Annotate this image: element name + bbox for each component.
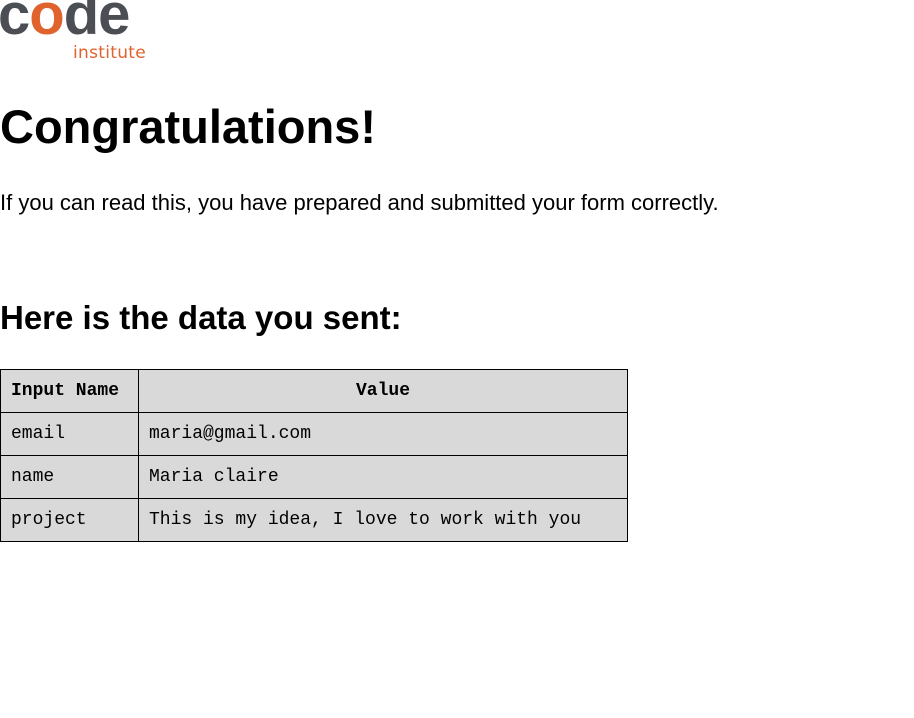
column-header-input-name: Input Name — [0, 369, 139, 413]
cell-input-name: project — [0, 498, 139, 542]
table-row: email maria@gmail.com — [0, 412, 628, 456]
code-institute-logo: code institute — [0, 0, 152, 66]
submitted-data-table: Input Name Value email maria@gmail.com n… — [0, 369, 628, 542]
logo-letters-de: de — [63, 0, 131, 47]
cell-input-name: email — [0, 412, 139, 456]
cell-input-name: name — [0, 455, 139, 499]
logo-letter-o: o — [29, 0, 64, 47]
table-row: project This is my idea, I love to work … — [0, 498, 628, 542]
page-title: Congratulations! — [0, 100, 376, 153]
page: code institute Congratulations! If you c… — [0, 0, 914, 718]
cell-value: Maria claire — [138, 455, 628, 499]
logo-wordmark: code — [0, 0, 131, 47]
table-row: name Maria claire — [0, 455, 628, 499]
cell-value: This is my idea, I love to work with you — [138, 498, 628, 542]
logo-subtitle: institute — [73, 43, 147, 63]
data-section-heading: Here is the data you sent: — [0, 299, 402, 336]
table-header-row: Input Name Value — [0, 369, 628, 413]
intro-text: If you can read this, you have prepared … — [0, 190, 719, 215]
cell-value: maria@gmail.com — [138, 412, 628, 456]
logo-letter-c: c — [0, 0, 30, 47]
column-header-value: Value — [138, 369, 628, 413]
